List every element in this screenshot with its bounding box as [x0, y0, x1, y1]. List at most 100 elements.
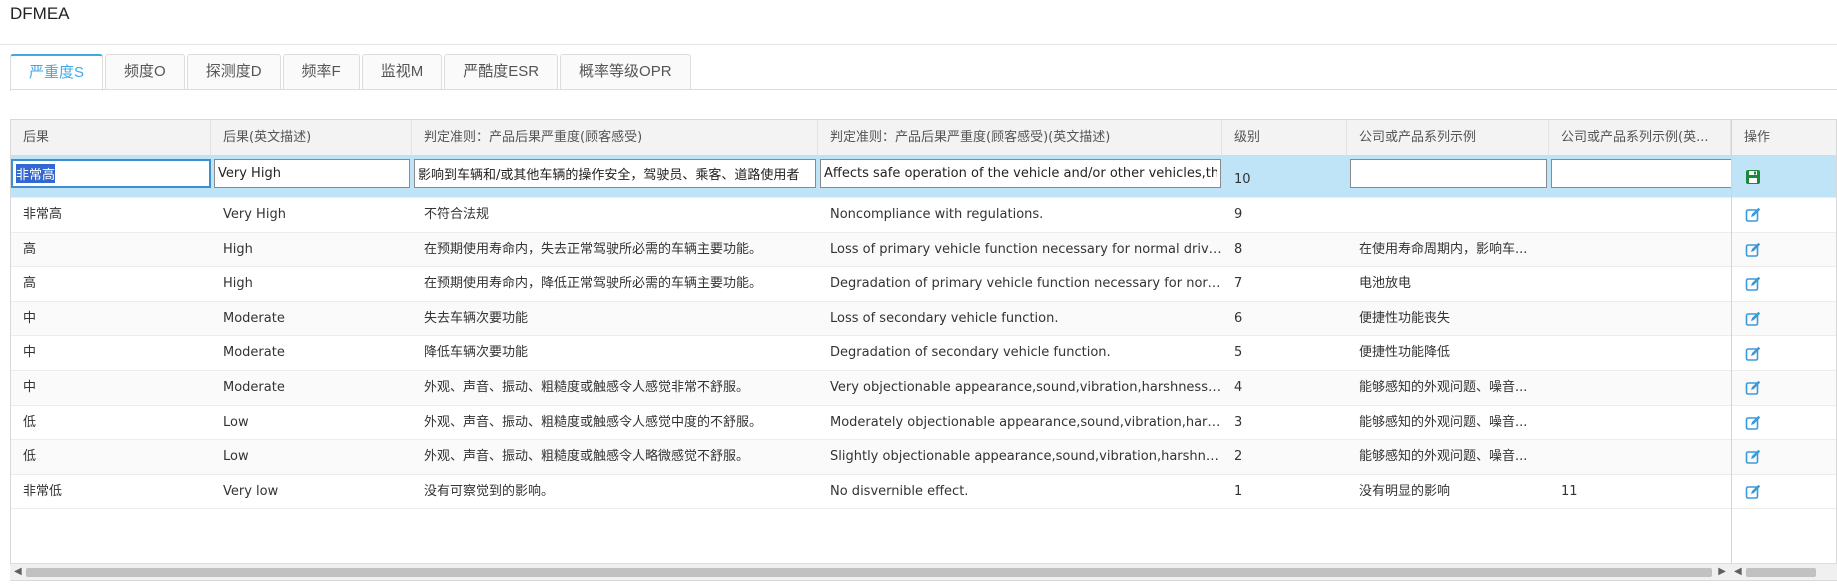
- cell-consequence: 非常高: [23, 207, 63, 222]
- cell-level: 6: [1234, 310, 1243, 326]
- cell-example-en: [1549, 302, 1731, 337]
- cell-criteria: 外观、声音、振动、粗糙度或触感令人感觉中度的不舒服。: [424, 414, 763, 430]
- table-row[interactable]: 高 High 在预期使用寿命内，失去正常驾驶所必需的车辆主要功能。 Loss of p…: [11, 232, 1836, 268]
- cell-criteria: 在预期使用寿命内，失去正常驾驶所必需的车辆主要功能。: [424, 241, 763, 257]
- cell-consequence-en: High: [223, 241, 253, 257]
- example-en-input[interactable]: [1551, 159, 1732, 188]
- cell-example: 电池放电: [1359, 276, 1412, 292]
- actions-scrollbar[interactable]: ◀: [1730, 563, 1837, 580]
- cell-criteria-en: Slightly objectionable appearance,sound,…: [830, 449, 1222, 465]
- cell-criteria-en: Degradation of secondary vehicle functio…: [830, 345, 1111, 361]
- cell-criteria: 降低车辆次要功能: [424, 345, 529, 361]
- criteria-en-input[interactable]: [820, 159, 1221, 188]
- cell-level: 2: [1234, 449, 1243, 465]
- tab-monitoring[interactable]: 监视M: [361, 54, 443, 90]
- page-title: DFMEA: [10, 4, 70, 23]
- severity-table: 后果 后果(英文描述) 判定准则：产品后果严重度(顾客感受) 判定准则：产品后果…: [10, 119, 1837, 581]
- table-row[interactable]: 低 Low 外观、声音、振动、粗糙度或触感令人略微感觉不舒服。 Slightly ob…: [11, 440, 1836, 475]
- cell-example-en: 11: [1561, 483, 1578, 499]
- tab-severity[interactable]: 严重度S: [10, 54, 104, 91]
- tab-opr[interactable]: 概率等级OPR: [560, 54, 691, 90]
- cell-example-en: [1549, 198, 1731, 233]
- scroll-left-arrow-icon[interactable]: ◀: [14, 566, 22, 577]
- cell-example: 便捷性功能降低: [1359, 345, 1451, 361]
- cell-level: 4: [1234, 380, 1243, 395]
- column-header-criteria[interactable]: 判定准则：产品后果严重度(顾客感受): [412, 120, 818, 156]
- cell-criteria: 在预期使用寿命内，降低正常驾驶所必需的车辆主要功能。: [424, 276, 763, 292]
- column-header-example[interactable]: 公司或产品系列示例: [1347, 120, 1549, 156]
- cell-criteria-en: Moderately objectionable appearance,soun…: [830, 414, 1222, 430]
- cell-consequence-en: Very High: [223, 207, 286, 222]
- cell-level: 8: [1234, 241, 1243, 257]
- cell-consequence: 低: [23, 449, 37, 465]
- scroll-thumb[interactable]: [26, 568, 1712, 577]
- tabs-divider: [10, 89, 1837, 90]
- cell-example-en: [1549, 406, 1731, 441]
- criteria-input[interactable]: [414, 159, 816, 188]
- table-row[interactable]: 非常低 Very low 没有可察觉到的影响。 No disvernible effe…: [11, 474, 1836, 510]
- cell-consequence-en: Low: [223, 414, 249, 430]
- cell-criteria-en: Degradation of primary vehicle function …: [830, 276, 1222, 292]
- cell-consequence-en: Moderate: [223, 310, 285, 326]
- tab-esr[interactable]: 严酷度ESR: [444, 54, 559, 90]
- table-row-editing: 10: [11, 156, 1836, 200]
- consequence-input[interactable]: [11, 159, 211, 188]
- table-header: 后果 后果(英文描述) 判定准则：产品后果严重度(顾客感受) 判定准则：产品后果…: [11, 120, 1836, 156]
- cell-example: 能够感知的外观问题、噪音...: [1359, 380, 1528, 395]
- column-header-consequence[interactable]: 后果: [11, 120, 211, 156]
- cell-consequence-en: High: [223, 276, 253, 292]
- cell-criteria: 不符合法规: [424, 207, 490, 222]
- tab-detection[interactable]: 探测度D: [186, 54, 281, 90]
- actions-column: [1731, 120, 1836, 580]
- cell-criteria-en: Noncompliance with regulations.: [830, 207, 1044, 222]
- cell-criteria-en: Very objectionable appearance,sound,vibr…: [830, 380, 1222, 395]
- example-input[interactable]: [1350, 159, 1547, 188]
- cell-example-en: [1549, 336, 1731, 371]
- horizontal-scrollbar[interactable]: ◀ ▶: [10, 563, 1730, 580]
- tab-occurrence[interactable]: 频度O: [105, 54, 185, 90]
- cell-example: 在使用寿命周期内，影响车...: [1359, 241, 1528, 257]
- tab-bar: 严重度S 频度O 探测度D 频率F 监视M 严酷度ESR 概率等级OPR: [10, 54, 691, 91]
- table-row[interactable]: 中 Moderate 外观、声音、振动、粗糙度或触感令人感觉非常不舒服。 Very o…: [11, 371, 1836, 406]
- table-row[interactable]: 非常高 Very High 不符合法规 Noncompliance with regu…: [11, 198, 1836, 233]
- cell-consequence-en: Moderate: [223, 380, 285, 395]
- table-row[interactable]: 中 Moderate 降低车辆次要功能 Degradation of secondar…: [11, 336, 1836, 371]
- cell-criteria-en: No disvernible effect.: [830, 483, 969, 499]
- table-row[interactable]: 中 Moderate 失去车辆次要功能 Loss of secondary vehic…: [11, 301, 1836, 337]
- cell-example: 能够感知的外观问题、噪音...: [1359, 449, 1528, 465]
- tab-frequency[interactable]: 频率F: [282, 54, 360, 90]
- column-header-example-en[interactable]: 公司或产品系列示例(英...: [1549, 120, 1731, 156]
- cell-level: 5: [1234, 345, 1243, 361]
- cell-criteria-en: Loss of primary vehicle function necessa…: [830, 241, 1222, 257]
- cell-consequence-en: Low: [223, 449, 249, 465]
- cell-level: 9: [1234, 207, 1243, 222]
- cell-criteria: 外观、声音、振动、粗糙度或触感令人略微感觉不舒服。: [424, 449, 750, 465]
- cell-example-en: [1549, 233, 1731, 268]
- cell-consequence-en: Very low: [223, 483, 279, 499]
- level-value[interactable]: 10: [1222, 160, 1347, 200]
- cell-consequence: 高: [23, 241, 37, 257]
- cell-level: 3: [1234, 414, 1243, 430]
- cell-example: 没有明显的影响: [1359, 483, 1451, 499]
- column-header-criteria-en[interactable]: 判定准则：产品后果严重度(顾客感受)(英文描述): [818, 120, 1222, 156]
- table-row[interactable]: 高 High 在预期使用寿命内，降低正常驾驶所必需的车辆主要功能。 Degradati…: [11, 267, 1836, 302]
- column-header-consequence-en[interactable]: 后果(英文描述): [211, 120, 412, 156]
- cell-criteria: 没有可察觉到的影响。: [424, 483, 555, 499]
- scroll-right-arrow-icon[interactable]: ▶: [1718, 566, 1726, 577]
- cell-consequence: 中: [23, 310, 37, 326]
- cell-criteria-en: Loss of secondary vehicle function.: [830, 310, 1059, 326]
- cell-example-en: [1549, 371, 1731, 406]
- consequence-en-input[interactable]: [214, 159, 410, 188]
- cell-consequence: 高: [23, 276, 37, 292]
- cell-example-en: [1549, 267, 1731, 302]
- column-header-level[interactable]: 级别: [1222, 120, 1347, 156]
- cell-consequence: 中: [23, 345, 37, 361]
- scroll-left-arrow-icon[interactable]: ◀: [1734, 566, 1742, 577]
- cell-example: 能够感知的外观问题、噪音...: [1359, 414, 1528, 430]
- cell-criteria: 失去车辆次要功能: [424, 310, 529, 326]
- title-divider: [0, 44, 1837, 45]
- cell-consequence: 非常低: [23, 483, 63, 499]
- cell-consequence-en: Moderate: [223, 345, 285, 361]
- scroll-thumb[interactable]: [1746, 568, 1816, 577]
- table-row[interactable]: 低 Low 外观、声音、振动、粗糙度或触感令人感觉中度的不舒服。 Moderately…: [11, 405, 1836, 441]
